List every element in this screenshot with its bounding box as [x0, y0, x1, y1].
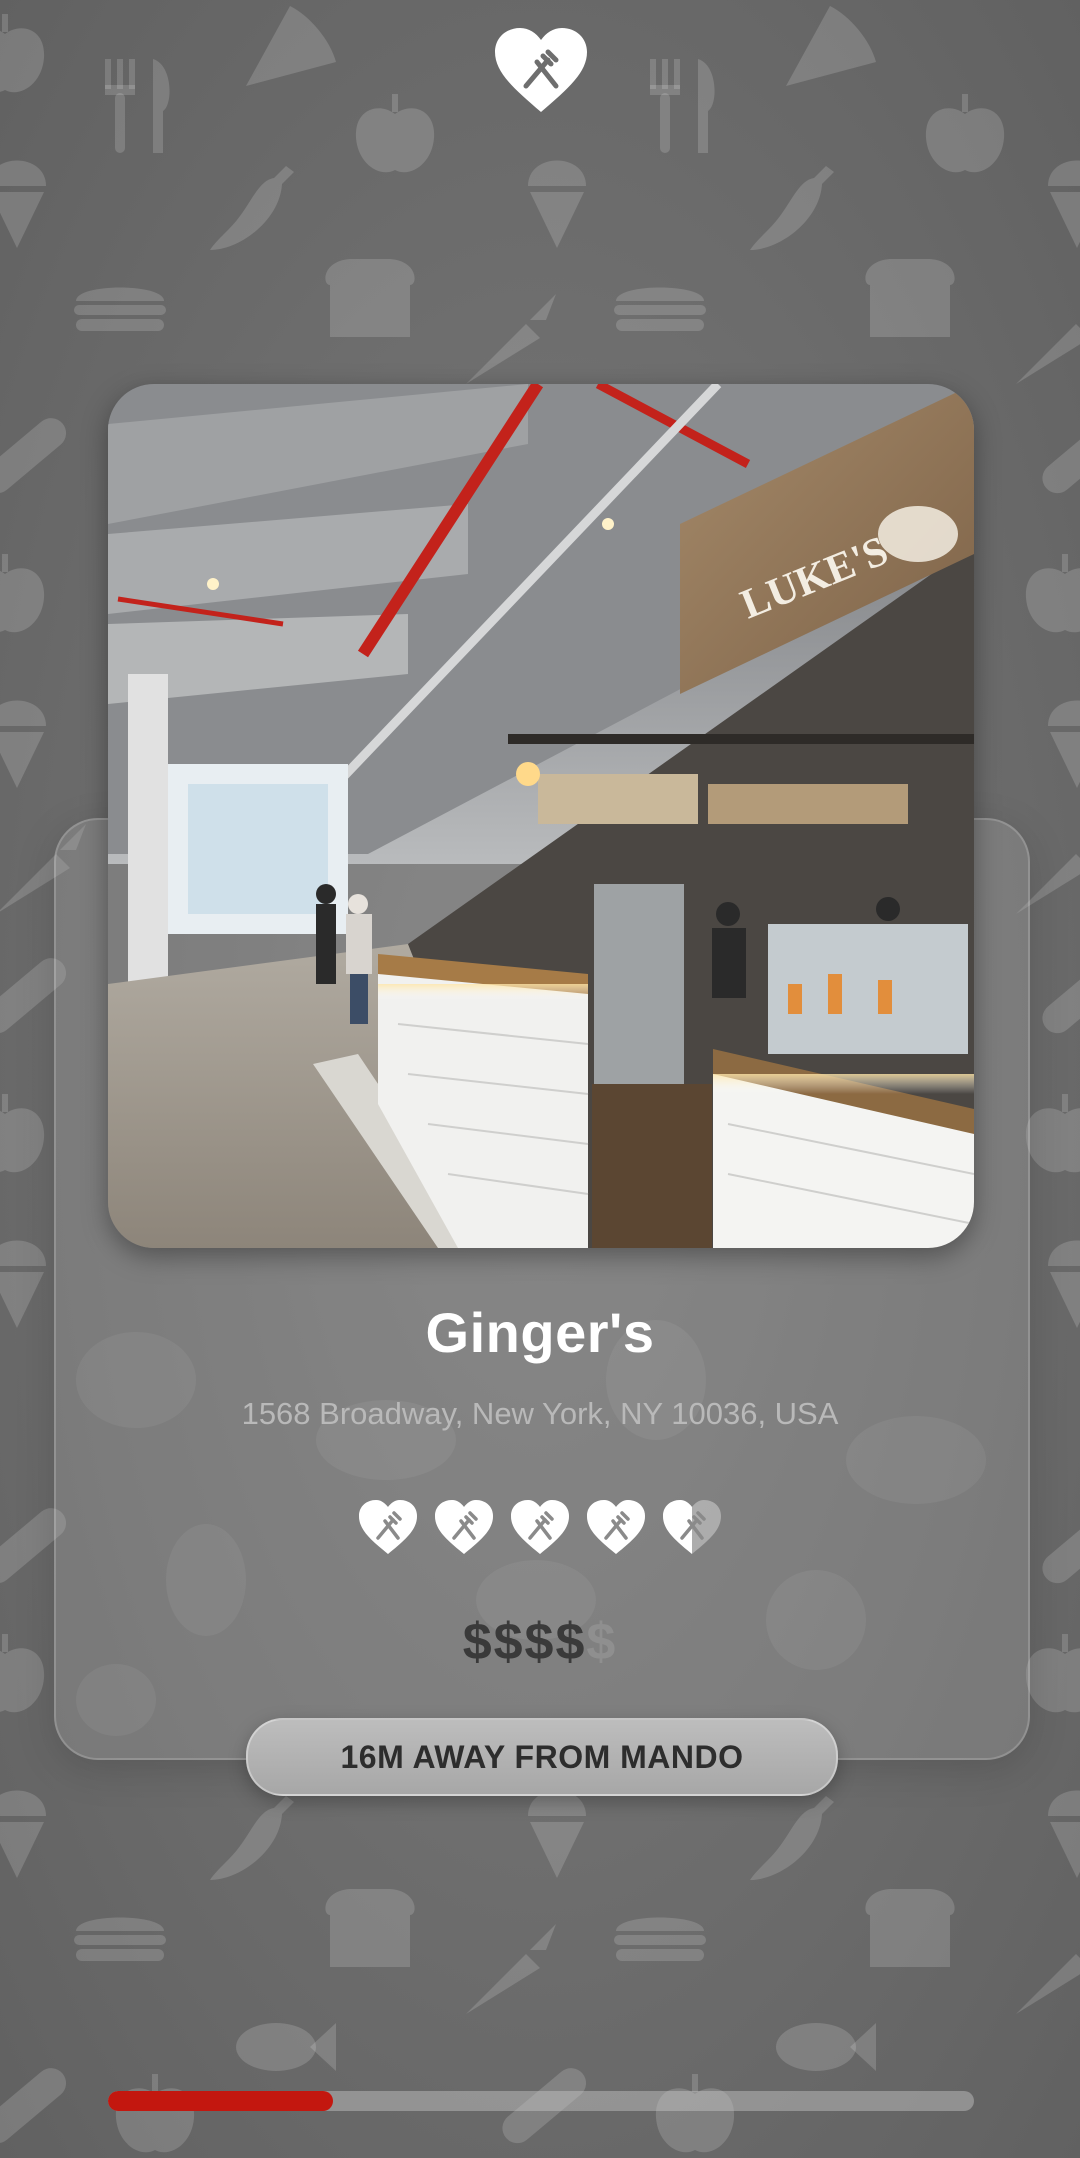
rating-heart-icon	[435, 1500, 493, 1554]
progress-bar	[108, 2091, 974, 2111]
price-symbol-active: $	[493, 1613, 525, 1671]
app-logo-icon	[493, 26, 589, 114]
price-symbol-active: $	[462, 1613, 494, 1671]
price-symbol-active: $	[524, 1613, 556, 1671]
price-level: $$$$$	[54, 1612, 1026, 1672]
price-symbol-active: $	[555, 1613, 587, 1671]
rating-heart-icon	[663, 1500, 721, 1554]
price-symbol-inactive: $	[586, 1613, 618, 1671]
restaurant-address: 1568 Broadway, New York, NY 10036, USA	[241, 1396, 839, 1431]
rating-hearts	[357, 1498, 723, 1560]
restaurant-name: Ginger's	[425, 1301, 655, 1364]
restaurant-swipe-screen: LUKE'S Ginger's 1568 Broadway, New York,…	[0, 0, 1080, 2158]
rating-heart-icon	[511, 1500, 569, 1554]
rating-heart-icon	[359, 1500, 417, 1554]
distance-badge: 16M AWAY FROM MANDO	[246, 1718, 838, 1796]
rating-heart-icon	[587, 1500, 645, 1554]
restaurant-photo[interactable]: LUKE'S	[108, 384, 974, 1248]
progress-bar-fill	[108, 2091, 334, 2111]
